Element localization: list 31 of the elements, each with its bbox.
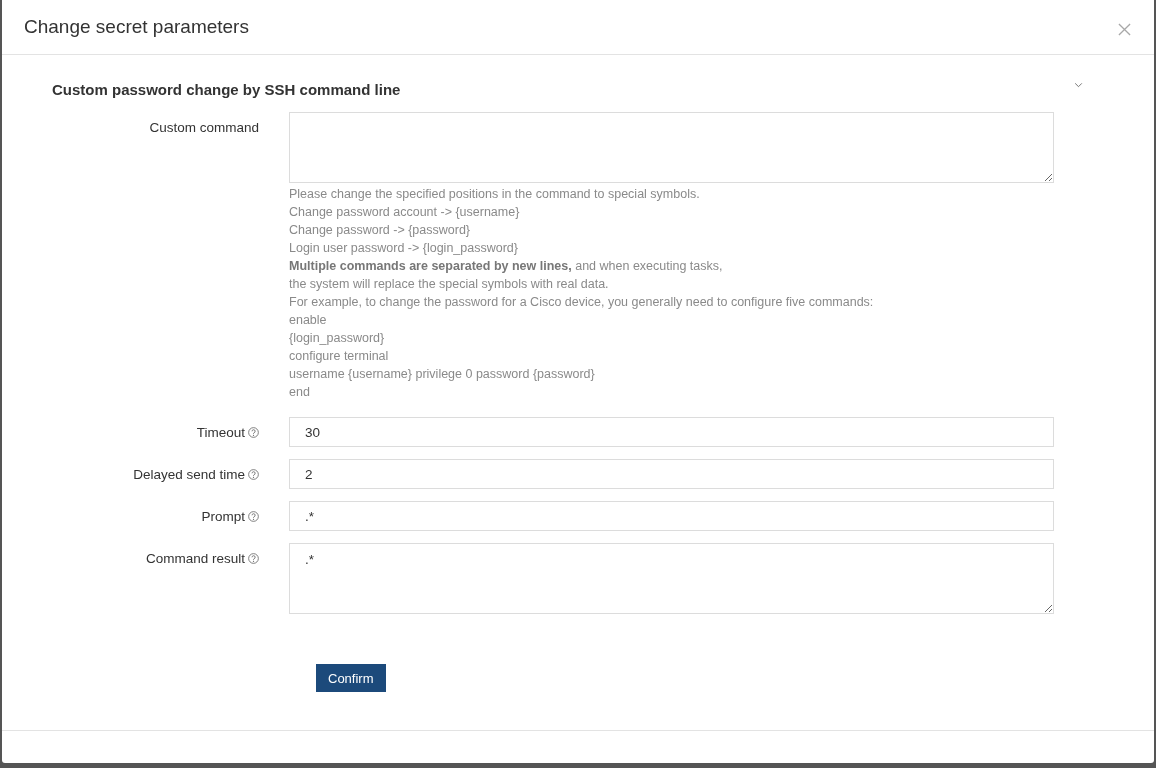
help-text: enable [289,312,328,329]
help-text: username {username} privilege 0 password {password} [289,366,596,383]
help-text: For example, to change the password for a Cisco device, you generally need to configure five commands: [289,294,875,311]
close-icon[interactable] [1118,22,1131,36]
input-field[interactable]: 30 [289,417,1054,447]
section-title: Custom password change by SSH command line [52,80,401,98]
help-text: the system will replace the special symbols with real data. [289,276,610,293]
help-icon[interactable] [248,552,259,564]
help-text: {login_password} [289,330,386,347]
input-field[interactable]: .* [289,501,1054,531]
textarea-field[interactable] [289,112,1054,183]
help-icon[interactable] [248,468,259,480]
field-label: Prompt [201,508,245,524]
field-label: Command result [145,550,245,566]
field-label: Timeout [196,424,245,440]
dialog-title: Change secret parameters [24,16,249,38]
help-text: Multiple commands are separated by new lines, and when executing tasks, [289,258,724,275]
field-label: Delayed send time [133,466,245,482]
field-label: Custom command [149,119,259,135]
help-text: Change password account -> {username} [289,204,521,221]
input-field[interactable]: 2 [289,459,1054,489]
help-text: Login user password -> {login_password} [289,240,519,257]
help-icon[interactable] [248,426,259,438]
help-text: configure terminal [289,348,390,365]
help-text: end [289,384,311,401]
help-text: Change password -> {password} [289,222,471,239]
help-icon[interactable] [248,510,259,522]
textarea-field[interactable]: .* [289,543,1054,614]
help-text: Please change the specified positions in the command to special symbols. [289,186,701,203]
chevron-down-icon[interactable] [1073,81,1084,89]
confirm-button[interactable]: Confirm [316,664,386,692]
